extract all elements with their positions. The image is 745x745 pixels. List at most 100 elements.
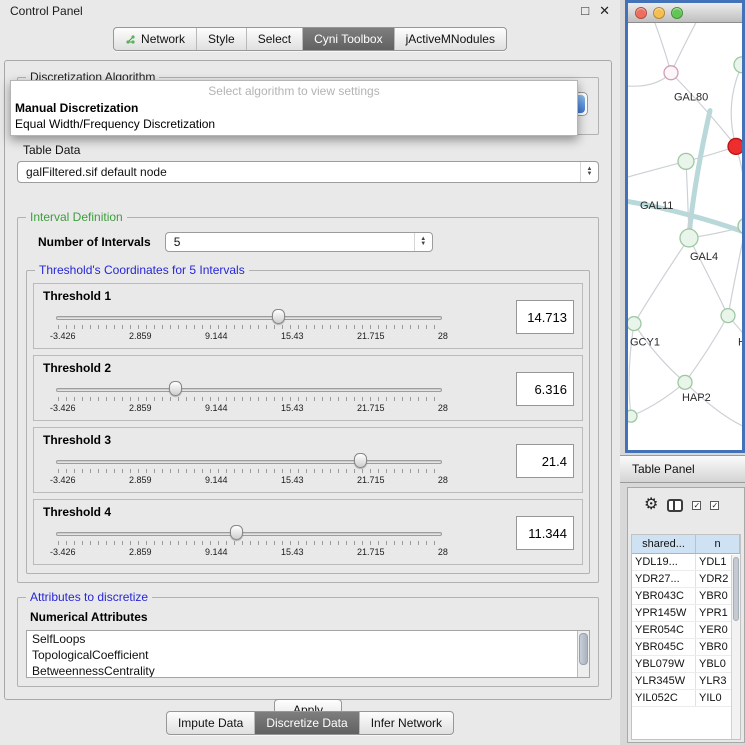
close-window-icon[interactable]: [635, 7, 647, 19]
tab-network-label: Network: [141, 32, 185, 46]
tab-infer-network-label: Infer Network: [371, 716, 442, 730]
tick-label: 9.144: [205, 547, 228, 557]
threshold-3-slider[interactable]: -3.426 2.859 9.144 15.43 21.715 28: [56, 452, 442, 490]
table-panel-header[interactable]: Table Panel: [620, 455, 745, 483]
slider-thumb[interactable]: [169, 381, 182, 396]
popup-option-equal-width-frequency[interactable]: Equal Width/Frequency Discretization: [11, 116, 577, 132]
cell-shared-name[interactable]: YDL19...: [632, 554, 696, 570]
cell-shared-name[interactable]: YIL052C: [632, 690, 696, 706]
tick-label: 21.715: [357, 547, 385, 557]
list-scrollbar[interactable]: [577, 631, 589, 677]
tab-jactivemodules[interactable]: jActiveMNodules: [394, 28, 506, 50]
tab-network[interactable]: Network: [114, 28, 196, 50]
table-scrollbar[interactable]: [731, 555, 740, 739]
table-row[interactable]: YIL052CYIL0: [632, 690, 740, 707]
table-row[interactable]: YBL079WYBL0: [632, 656, 740, 673]
tab-jactivemodules-label: jActiveMNodules: [406, 32, 495, 46]
popup-option-manual-discretization[interactable]: Manual Discretization: [11, 100, 577, 116]
table-data-combobox[interactable]: galFiltered.sif default node ▲▼: [17, 161, 599, 183]
tab-style[interactable]: Style: [196, 28, 246, 50]
node-table[interactable]: shared... n YDL19...YDL1 YDR27...YDR2 YB…: [631, 534, 741, 740]
svg-text:GAL80: GAL80: [674, 92, 708, 104]
gear-icon[interactable]: ⚙: [644, 497, 658, 513]
table-row[interactable]: YLR345WYLR3: [632, 673, 740, 690]
column-header-name[interactable]: n: [696, 535, 740, 553]
tick-label: 9.144: [205, 403, 228, 413]
table-row[interactable]: YDL19...YDL1: [632, 554, 740, 571]
popup-placeholder: Select algorithm to view settings: [11, 81, 577, 100]
slider-thumb[interactable]: [354, 453, 367, 468]
tab-discretize-data[interactable]: Discretize Data: [254, 712, 358, 734]
slider-track[interactable]: [56, 316, 442, 320]
cell-shared-name[interactable]: YER054C: [632, 622, 696, 638]
slider-track[interactable]: [56, 388, 442, 392]
tick-label: 2.859: [129, 475, 152, 485]
cell-shared-name[interactable]: YBR045C: [632, 639, 696, 655]
tick-label: 21.715: [357, 475, 385, 485]
threshold-1-panel: Threshold 1 -3.426 2.859 9.144 15.43 21.…: [33, 283, 583, 349]
list-item[interactable]: SelfLoops: [27, 631, 589, 647]
slider-track[interactable]: [56, 532, 442, 536]
select-rows-icon[interactable]: ✓: [710, 501, 719, 510]
slider-ticks: [58, 325, 440, 329]
threshold-3-value-field[interactable]: 21.4: [516, 444, 574, 478]
number-of-intervals-combobox[interactable]: 5 ▲▼: [165, 232, 433, 252]
numerical-attributes-list[interactable]: SelfLoops TopologicalCoefficient Between…: [26, 630, 590, 678]
slider-ticks: [58, 397, 440, 401]
cell-shared-name[interactable]: YBR043C: [632, 588, 696, 604]
threshold-2-slider[interactable]: -3.426 2.859 9.144 15.43 21.715 28: [56, 380, 442, 418]
list-item[interactable]: BetweennessCentrality: [27, 663, 589, 678]
list-item[interactable]: TopologicalCoefficient: [27, 647, 589, 663]
tick-label: 2.859: [129, 547, 152, 557]
tab-select[interactable]: Select: [246, 28, 302, 50]
float-window-icon[interactable]: □: [581, 3, 589, 19]
close-panel-icon[interactable]: ✕: [599, 3, 610, 19]
slider-thumb[interactable]: [272, 309, 285, 324]
column-selector-icon[interactable]: [667, 499, 683, 512]
tick-label: 15.43: [281, 331, 304, 341]
table-row[interactable]: YER054CYER0: [632, 622, 740, 639]
table-panel-title: Table Panel: [632, 462, 695, 476]
table-row[interactable]: YPR145WYPR1: [632, 605, 740, 622]
tab-infer-network[interactable]: Infer Network: [359, 712, 453, 734]
threshold-2-value-field[interactable]: 6.316: [516, 372, 574, 406]
threshold-1-value-field[interactable]: 14.713: [516, 300, 574, 334]
cyni-toolbox-panel: Discretization Algorithm Table Data galF…: [4, 60, 612, 700]
scrollbar-thumb[interactable]: [733, 557, 739, 621]
tick-label: 28: [438, 331, 448, 341]
network-canvas[interactable]: GAL80GAL11GAL4GCY1HHAP2: [628, 23, 742, 449]
tick-label: -3.426: [50, 547, 76, 557]
threshold-1-label: Threshold 1: [43, 289, 582, 303]
panel-title: Control Panel: [10, 4, 83, 18]
tab-impute-data[interactable]: Impute Data: [167, 712, 254, 734]
threshold-1-slider[interactable]: -3.426 2.859 9.144 15.43 21.715 28: [56, 308, 442, 346]
cell-shared-name[interactable]: YLR345W: [632, 673, 696, 689]
cell-shared-name[interactable]: YPR145W: [632, 605, 696, 621]
tab-cyni-toolbox-label: Cyni Toolbox: [314, 32, 382, 46]
slider-tick-labels: -3.426 2.859 9.144 15.43 21.715 28: [50, 475, 448, 485]
slider-thumb[interactable]: [230, 525, 243, 540]
tick-label: 2.859: [129, 403, 152, 413]
algorithm-dropdown-popup: Select algorithm to view settings Manual…: [10, 80, 578, 136]
zoom-window-icon[interactable]: [671, 7, 683, 19]
svg-text:GAL4: GAL4: [690, 251, 718, 263]
threshold-4-slider[interactable]: -3.426 2.859 9.144 15.43 21.715 28: [56, 524, 442, 562]
cell-shared-name[interactable]: YBL079W: [632, 656, 696, 672]
threshold-4-value-field[interactable]: 11.344: [516, 516, 574, 550]
tab-cyni-toolbox[interactable]: Cyni Toolbox: [302, 28, 393, 50]
select-all-icon[interactable]: ✓: [692, 501, 701, 510]
combo-stepper-icon: ▲▼: [414, 233, 432, 251]
network-window-titlebar: [628, 3, 742, 23]
cell-shared-name[interactable]: YDR27...: [632, 571, 696, 587]
tick-label: 28: [438, 403, 448, 413]
slider-track[interactable]: [56, 460, 442, 464]
tab-impute-data-label: Impute Data: [178, 716, 243, 730]
threshold-4-label: Threshold 4: [43, 505, 582, 519]
scrollbar-thumb[interactable]: [579, 633, 588, 665]
minimize-window-icon[interactable]: [653, 7, 665, 19]
table-row[interactable]: YDR27...YDR2: [632, 571, 740, 588]
table-row[interactable]: YBR043CYBR0: [632, 588, 740, 605]
table-row[interactable]: YBR045CYBR0: [632, 639, 740, 656]
tab-select-label: Select: [258, 32, 291, 46]
column-header-shared-name[interactable]: shared...: [632, 535, 696, 553]
